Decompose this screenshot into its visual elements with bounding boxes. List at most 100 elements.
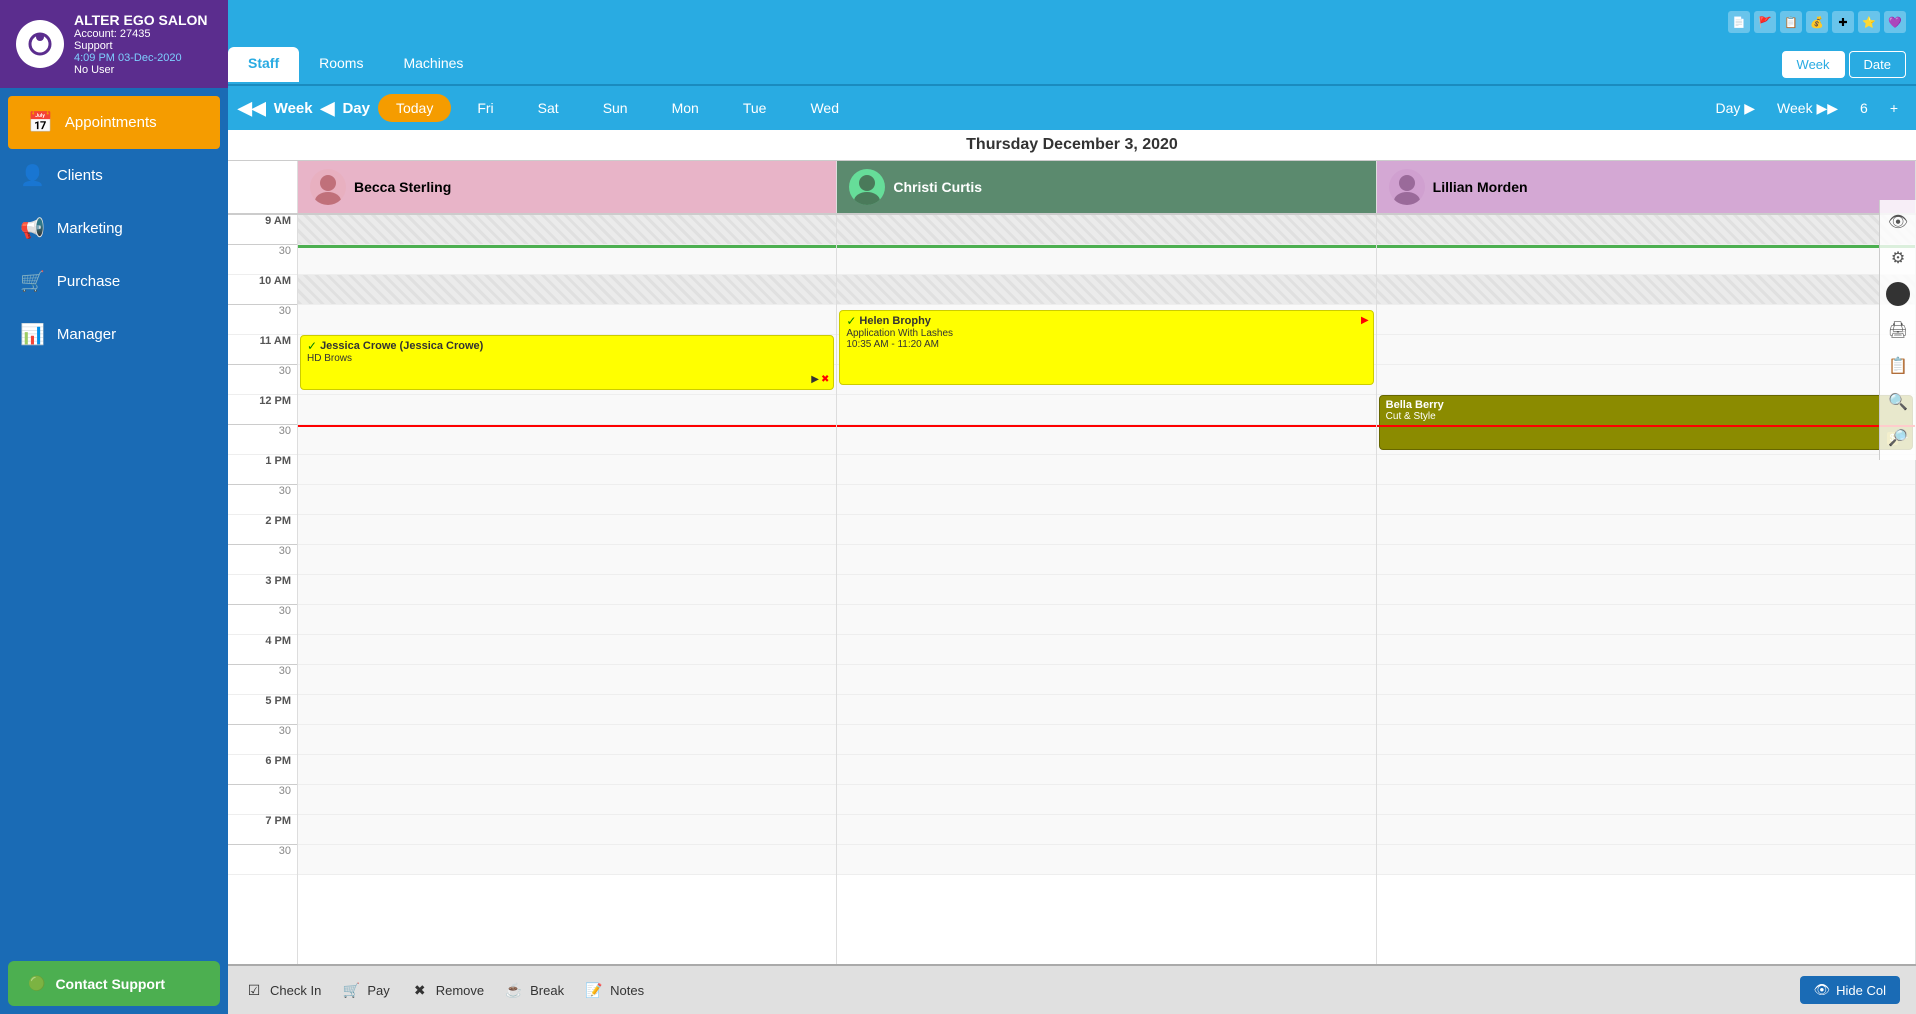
flag-icon[interactable]: 🚩 (1754, 11, 1776, 33)
sidebar-item-manager[interactable]: 📊 Manager (0, 308, 228, 361)
appointment-bella-berry[interactable]: Bella Berry Cut & Style $ ▶ (1379, 395, 1913, 450)
grid-slot[interactable] (837, 665, 1375, 695)
staff-column-becca[interactable]: ✓ Jessica Crowe (Jessica Crowe) HD Brows… (298, 215, 837, 964)
grid-slot[interactable] (837, 605, 1375, 635)
today-button[interactable]: Today (378, 94, 451, 122)
doc-icon[interactable]: 📄 (1728, 11, 1750, 33)
break-button[interactable]: ☕ Break (504, 980, 564, 1000)
grid-slot[interactable] (1377, 605, 1915, 635)
mon-button[interactable]: Mon (654, 94, 717, 122)
tab-machines[interactable]: Machines (383, 47, 483, 82)
grid-slot[interactable] (298, 485, 836, 515)
zoom-in-icon[interactable]: 🔎 (1884, 424, 1912, 452)
grid-slot[interactable] (837, 785, 1375, 815)
hide-col-button[interactable]: 👁 Hide Col (1800, 976, 1900, 1004)
grid-slot[interactable] (837, 425, 1375, 455)
remove-button[interactable]: ✖ Remove (410, 980, 484, 1000)
zoom-icon[interactable]: 👁 (1884, 208, 1912, 236)
grid-slot[interactable] (837, 815, 1375, 845)
grid-slot[interactable] (837, 725, 1375, 755)
grid-slot[interactable] (1377, 335, 1915, 365)
fri-button[interactable]: Fri (459, 94, 511, 122)
grid-slot[interactable] (298, 605, 836, 635)
wed-button[interactable]: Wed (792, 94, 857, 122)
notes-button[interactable]: 📝 Notes (584, 980, 644, 1000)
grid-slot[interactable] (1377, 755, 1915, 785)
grid-slot[interactable] (837, 485, 1375, 515)
grid-slot[interactable] (298, 815, 836, 845)
grid-slot[interactable] (837, 395, 1375, 425)
grid-slot[interactable] (837, 575, 1375, 605)
grid-slot[interactable] (837, 515, 1375, 545)
clipboard-icon[interactable]: 📋 (1780, 11, 1802, 33)
grid-slot[interactable] (1377, 305, 1915, 335)
grid-slot[interactable] (298, 845, 836, 875)
dark-circle-icon[interactable] (1886, 282, 1910, 306)
tab-staff[interactable]: Staff (228, 47, 299, 82)
grid-slot[interactable] (1377, 455, 1915, 485)
grid-slot[interactable] (298, 665, 836, 695)
appointment-helen-brophy[interactable]: ✓ Helen Brophy Application With Lashes 1… (839, 310, 1373, 385)
pay-button[interactable]: 🛒 Pay (341, 980, 389, 1000)
grid-slot[interactable] (837, 755, 1375, 785)
grid-slot[interactable] (1377, 815, 1915, 845)
grid-slot[interactable] (298, 305, 836, 335)
grid-slot[interactable] (1377, 515, 1915, 545)
grid-slot[interactable] (837, 845, 1375, 875)
grid-slot[interactable] (298, 755, 836, 785)
plus-icon[interactable]: ✚ (1832, 11, 1854, 33)
contact-support-button[interactable]: 🟢 Contact Support (8, 961, 220, 1006)
grid-slot[interactable] (298, 635, 836, 665)
tue-button[interactable]: Tue (725, 94, 785, 122)
grid-slot[interactable] (298, 725, 836, 755)
grid-slot[interactable] (1377, 365, 1915, 395)
col-count[interactable]: 6 (1852, 96, 1876, 120)
sidebar-item-marketing[interactable]: 📢 Marketing (0, 202, 228, 255)
heart-icon[interactable]: 💜 (1884, 11, 1906, 33)
grid-slot[interactable] (298, 455, 836, 485)
week-mode-button[interactable]: Week (1782, 51, 1845, 78)
grid-slot[interactable] (837, 635, 1375, 665)
grid-slot[interactable] (1377, 575, 1915, 605)
grid-slot[interactable] (837, 695, 1375, 725)
appointment-jessica-crowe[interactable]: ✓ Jessica Crowe (Jessica Crowe) HD Brows… (300, 335, 834, 390)
zoom-out-icon[interactable]: 🔍 (1884, 388, 1912, 416)
day-view-btn[interactable]: Day ▶ (1707, 96, 1763, 121)
grid-slot[interactable] (837, 545, 1375, 575)
settings-icon[interactable]: ⚙ (1884, 244, 1912, 272)
grid-slot[interactable] (1377, 635, 1915, 665)
grid-slot[interactable] (837, 245, 1375, 275)
grid-slot[interactable] (1377, 665, 1915, 695)
staff-column-christi[interactable]: ✓ Helen Brophy Application With Lashes 1… (837, 215, 1376, 964)
sidebar-item-appointments[interactable]: 📅 Appointments (8, 96, 220, 149)
date-mode-button[interactable]: Date (1849, 51, 1906, 78)
grid-slot[interactable] (298, 245, 836, 275)
grid-slot[interactable] (837, 455, 1375, 485)
add-col-btn[interactable]: + (1882, 96, 1906, 120)
grid-slot[interactable] (1377, 725, 1915, 755)
star-icon[interactable]: ⭐ (1858, 11, 1880, 33)
grid-slot[interactable] (1377, 485, 1915, 515)
grid-slot[interactable] (298, 425, 836, 455)
grid-slot[interactable] (298, 395, 836, 425)
sat-button[interactable]: Sat (520, 94, 577, 122)
grid-slot[interactable] (1377, 785, 1915, 815)
clipboard2-icon[interactable]: 📋 (1884, 352, 1912, 380)
sidebar-item-clients[interactable]: 👤 Clients (0, 149, 228, 202)
week-view-btn[interactable]: Week ▶▶ (1769, 96, 1846, 121)
staff-column-lillian[interactable]: Bella Berry Cut & Style $ ▶ (1377, 215, 1916, 964)
grid-slot[interactable] (298, 695, 836, 725)
grid-slot[interactable] (1377, 845, 1915, 875)
print-icon[interactable]: 🖨 (1884, 316, 1912, 344)
back-day-label[interactable]: Day (342, 100, 370, 117)
grid-slot[interactable] (1377, 545, 1915, 575)
grid-slot[interactable] (1377, 245, 1915, 275)
check-in-button[interactable]: ☑ Check In (244, 980, 321, 1000)
grid-slot[interactable] (1377, 695, 1915, 725)
grid-slot[interactable] (298, 515, 836, 545)
back-day-arrow[interactable]: ◀ (321, 98, 335, 119)
grid-slot[interactable] (298, 785, 836, 815)
back-week-label[interactable]: Week (274, 100, 313, 117)
grid-slot[interactable] (298, 545, 836, 575)
back-week-arrow[interactable]: ◀◀ (238, 98, 266, 119)
